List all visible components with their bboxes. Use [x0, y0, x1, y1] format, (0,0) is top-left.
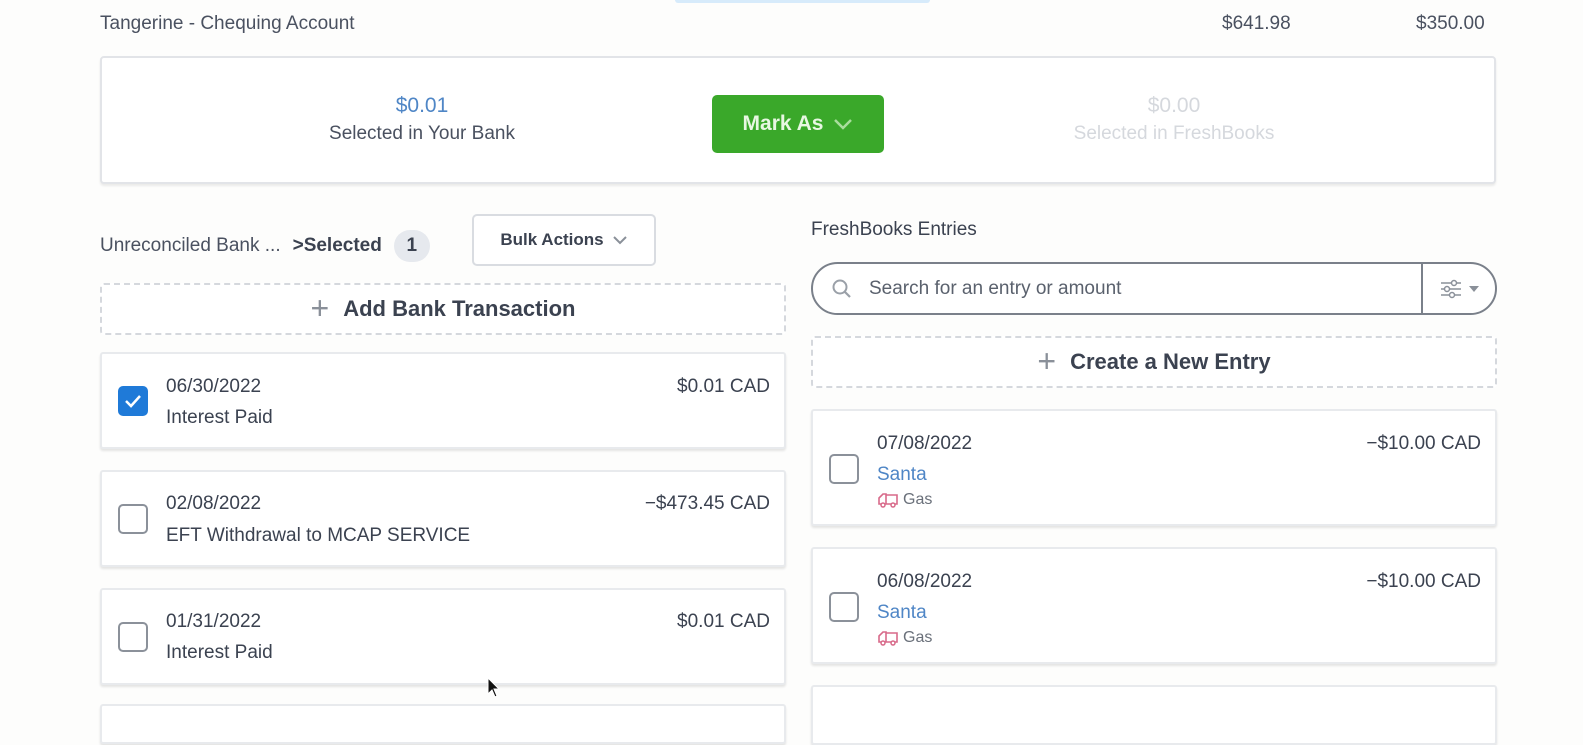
freshbooks-selection-summary: $0.00 Selected in FreshBooks — [1024, 92, 1324, 148]
transaction-date: 06/30/2022 — [166, 376, 262, 397]
account-name: Tangerine - Chequing Account — [100, 13, 355, 34]
bank-transaction-row-partial[interactable] — [100, 704, 786, 744]
transaction-description: EFT Withdrawal to MCAP SERVICE — [166, 525, 471, 546]
entry-client[interactable]: Santa — [877, 464, 927, 486]
bank-transaction-row[interactable]: 06/30/2022 Interest Paid $0.01 CAD — [100, 352, 786, 449]
transaction-amount: $0.01 CAD — [677, 376, 770, 397]
transaction-amount: $0.01 CAD — [677, 611, 770, 632]
transaction-checkbox[interactable] — [118, 386, 148, 416]
breadcrumb-parent[interactable]: Unreconciled Bank ... — [100, 235, 281, 257]
mark-as-label: Mark As — [742, 112, 824, 135]
bank-selected-amount: $0.01 — [395, 94, 449, 117]
transaction-date: 02/08/2022 — [166, 493, 262, 514]
entry-date: 07/08/2022 — [877, 433, 973, 454]
selection-summary: $0.01 Selected in Your Bank Mark As $0.0… — [100, 56, 1496, 184]
transaction-description: Interest Paid — [166, 407, 273, 428]
truck-icon — [878, 493, 898, 508]
bulk-actions-button[interactable]: Bulk Actions — [472, 214, 656, 266]
freshbooks-selected-amount: $0.00 — [1147, 94, 1201, 117]
mouse-cursor-icon — [487, 677, 501, 698]
transaction-checkbox[interactable] — [118, 622, 148, 652]
freshbooks-selected-label: Selected in FreshBooks — [1073, 123, 1275, 144]
transaction-date: 01/31/2022 — [166, 611, 262, 632]
entry-checkbox[interactable] — [829, 592, 859, 622]
balance-freshbooks: $350.00 — [1416, 13, 1485, 34]
transaction-amount: −$473.45 CAD — [644, 493, 770, 514]
create-new-entry-button[interactable]: + Create a New Entry — [811, 336, 1497, 388]
sliders-icon — [1441, 279, 1461, 298]
plus-icon: + — [1037, 342, 1057, 379]
entry-amount: −$10.00 CAD — [1366, 571, 1481, 592]
top-progress-hint — [675, 0, 930, 3]
entry-search-bar — [811, 262, 1497, 315]
entry-category: Gas — [877, 491, 932, 509]
checkmark-icon — [125, 395, 141, 408]
entry-client[interactable]: Santa — [877, 602, 927, 624]
breadcrumb: Unreconciled Bank ... >Selected 1 — [100, 230, 430, 262]
mark-as-button[interactable]: Mark As — [712, 95, 884, 153]
balance-statement: $641.98 — [1222, 13, 1291, 34]
entry-date: 06/08/2022 — [877, 571, 973, 592]
entry-category-label: Gas — [903, 491, 933, 508]
bank-selected-label: Selected in Your Bank — [329, 123, 515, 144]
bank-selection-summary: $0.01 Selected in Your Bank — [272, 92, 572, 148]
plus-icon: + — [310, 289, 330, 326]
chevron-down-icon — [834, 119, 853, 130]
freshbooks-entries-title: FreshBooks Entries — [811, 219, 977, 240]
search-icon — [832, 279, 851, 298]
bulk-actions-label: Bulk Actions — [500, 230, 604, 249]
entry-amount: −$10.00 CAD — [1366, 433, 1481, 454]
entry-category-label: Gas — [903, 629, 933, 646]
entry-checkbox[interactable] — [829, 454, 859, 484]
truck-icon — [878, 631, 898, 646]
add-bank-transaction-label: Add Bank Transaction — [343, 296, 576, 321]
add-bank-transaction-button[interactable]: + Add Bank Transaction — [100, 283, 786, 335]
bank-transaction-row[interactable]: 01/31/2022 Interest Paid $0.01 CAD — [100, 588, 786, 685]
transaction-checkbox[interactable] — [118, 504, 148, 534]
transaction-description: Interest Paid — [166, 642, 273, 663]
breadcrumb-current: >Selected — [292, 235, 382, 256]
chevron-down-icon — [612, 236, 627, 245]
filter-button[interactable] — [1421, 264, 1495, 313]
create-new-entry-label: Create a New Entry — [1070, 349, 1271, 374]
caret-down-icon — [1469, 285, 1479, 292]
entry-category: Gas — [877, 629, 932, 647]
entry-search-input[interactable] — [867, 276, 1421, 301]
freshbooks-entry-row[interactable]: 07/08/2022 Santa Gas −$10.00 CAD — [811, 409, 1497, 526]
selected-count-badge: 1 — [393, 230, 430, 262]
freshbooks-entry-row[interactable]: 06/08/2022 Santa Gas −$10.00 CAD — [811, 547, 1497, 664]
bank-transaction-row[interactable]: 02/08/2022 EFT Withdrawal to MCAP SERVIC… — [100, 470, 786, 567]
freshbooks-entry-row-partial[interactable] — [811, 685, 1497, 745]
